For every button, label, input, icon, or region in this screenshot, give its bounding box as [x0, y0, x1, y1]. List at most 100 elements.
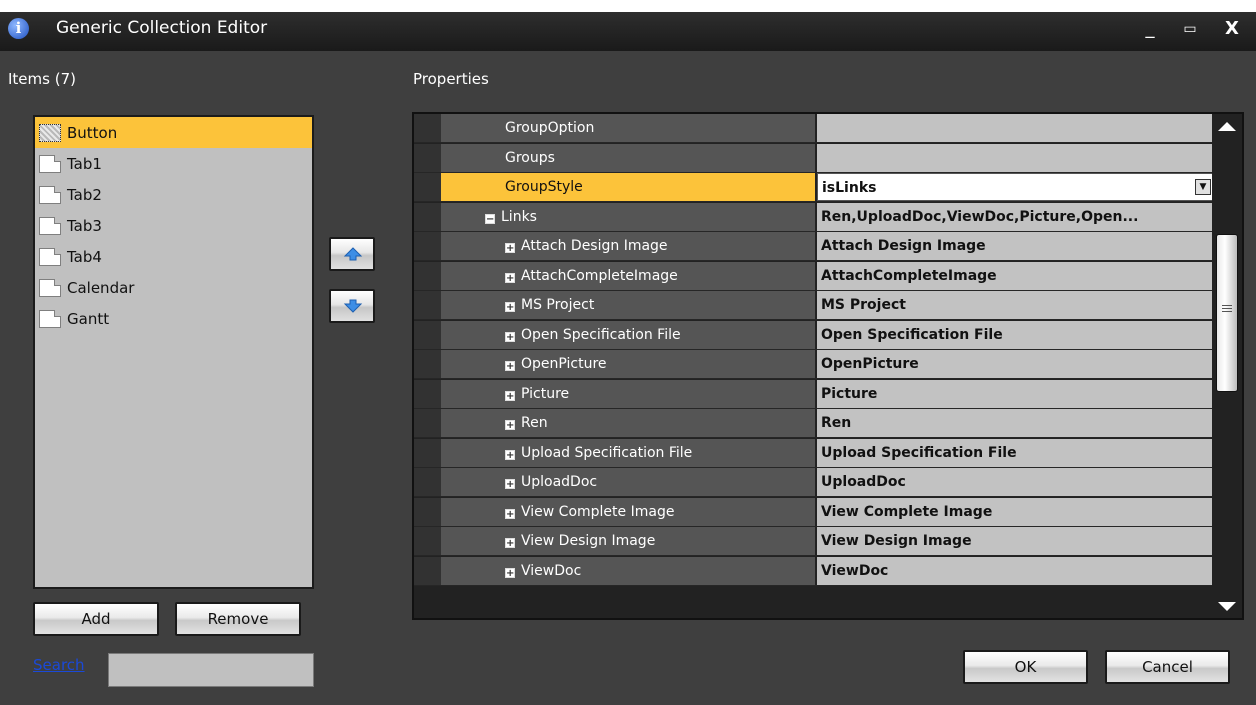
- property-value[interactable]: isLinks ▼: [817, 173, 1214, 201]
- property-name: + ViewDoc: [441, 556, 815, 585]
- property-value[interactable]: ViewDoc: [817, 556, 1214, 585]
- property-value[interactable]: OpenPicture: [817, 350, 1214, 378]
- remove-button[interactable]: Remove: [175, 602, 301, 636]
- row-margin: [414, 497, 441, 526]
- property-grid-scrollbar[interactable]: [1212, 114, 1242, 618]
- document-icon: [39, 216, 61, 235]
- list-item[interactable]: Gantt: [35, 303, 312, 334]
- row-margin: [414, 232, 441, 260]
- property-row[interactable]: GroupOption: [414, 114, 1214, 143]
- title-bar[interactable]: i Generic Collection Editor _ ▭ X: [0, 12, 1256, 51]
- property-value[interactable]: UploadDoc: [817, 468, 1214, 496]
- expand-plus-icon[interactable]: +: [505, 420, 515, 431]
- property-value-text: isLinks: [822, 180, 877, 196]
- property-value[interactable]: View Complete Image: [817, 497, 1214, 526]
- property-value[interactable]: Attach Design Image: [817, 232, 1214, 260]
- list-item-label: Button: [67, 123, 118, 142]
- property-name-label: Open Specification File: [521, 326, 681, 343]
- expand-plus-icon[interactable]: +: [505, 449, 515, 460]
- property-name: + AttachCompleteImage: [441, 261, 815, 290]
- property-row[interactable]: + UploadDoc UploadDoc: [414, 468, 1214, 497]
- property-name: GroupStyle: [441, 173, 815, 201]
- property-row[interactable]: + View Complete Image View Complete Image: [414, 497, 1214, 527]
- info-icon: i: [8, 18, 29, 39]
- expand-plus-icon[interactable]: +: [505, 361, 515, 372]
- close-button[interactable]: X: [1218, 16, 1246, 42]
- move-up-button[interactable]: [329, 237, 375, 271]
- property-value[interactable]: Upload Specification File: [817, 438, 1214, 467]
- maximize-button[interactable]: ▭: [1176, 16, 1204, 42]
- list-item[interactable]: Tab1: [35, 148, 312, 179]
- property-name: + Upload Specification File: [441, 438, 815, 467]
- property-value[interactable]: Ren,UploadDoc,ViewDoc,Picture,Open...: [817, 202, 1214, 231]
- add-button[interactable]: Add: [33, 602, 159, 636]
- property-row[interactable]: − Links Ren,UploadDoc,ViewDoc,Picture,Open…: [414, 202, 1214, 232]
- search-input[interactable]: [108, 653, 314, 687]
- move-down-button[interactable]: [329, 289, 375, 323]
- property-row[interactable]: GroupStyle isLinks ▼: [414, 173, 1214, 202]
- row-margin: [414, 379, 441, 408]
- document-icon: [39, 185, 61, 204]
- document-icon: [39, 247, 61, 266]
- dropdown-arrow-icon[interactable]: ▼: [1195, 179, 1211, 195]
- list-item-label: Tab2: [67, 185, 102, 204]
- property-row[interactable]: + ViewDoc ViewDoc: [414, 556, 1214, 586]
- property-row[interactable]: + Open Specification File Open Specificati…: [414, 320, 1214, 350]
- property-row[interactable]: + MS Project MS Project: [414, 291, 1214, 320]
- expand-plus-icon[interactable]: +: [505, 302, 515, 313]
- property-name: Groups: [441, 143, 815, 172]
- row-margin: [414, 468, 441, 496]
- collection-editor-window: i Generic Collection Editor _ ▭ X Items …: [0, 12, 1256, 705]
- property-value-text: Ren,UploadDoc,ViewDoc,Picture,Open...: [821, 208, 1139, 225]
- items-list[interactable]: Button Tab1 Tab2 Tab3 Tab4 Calendar Gantt: [33, 115, 314, 589]
- cancel-button[interactable]: Cancel: [1105, 650, 1230, 684]
- property-name: + OpenPicture: [441, 350, 815, 378]
- property-row[interactable]: + Ren Ren: [414, 409, 1214, 438]
- property-value[interactable]: AttachCompleteImage: [817, 261, 1214, 290]
- expand-plus-icon[interactable]: +: [505, 243, 515, 254]
- property-value[interactable]: MS Project: [817, 291, 1214, 319]
- property-row[interactable]: + View Design Image View Design Image: [414, 527, 1214, 556]
- property-name: − Links: [441, 202, 815, 231]
- minimize-button[interactable]: _: [1136, 16, 1164, 42]
- property-value[interactable]: [817, 114, 1214, 142]
- expand-plus-icon[interactable]: +: [505, 567, 515, 578]
- scroll-thumb[interactable]: [1216, 234, 1238, 392]
- items-label: Items (7): [8, 70, 76, 88]
- list-item[interactable]: Tab2: [35, 179, 312, 210]
- scroll-down-arrow-icon[interactable]: [1218, 602, 1236, 611]
- property-row[interactable]: + Picture Picture: [414, 379, 1214, 409]
- ok-button[interactable]: OK: [963, 650, 1088, 684]
- property-value[interactable]: View Design Image: [817, 527, 1214, 555]
- scroll-up-arrow-icon[interactable]: [1218, 122, 1236, 131]
- list-item[interactable]: Button: [35, 117, 312, 148]
- row-margin: [414, 291, 441, 319]
- property-row[interactable]: + OpenPicture OpenPicture: [414, 350, 1214, 379]
- property-row[interactable]: Groups: [414, 143, 1214, 173]
- property-row[interactable]: + Upload Specification File Upload Specifi…: [414, 438, 1214, 468]
- expand-plus-icon[interactable]: +: [505, 390, 515, 401]
- list-item[interactable]: Tab3: [35, 210, 312, 241]
- document-icon: [39, 123, 61, 142]
- row-margin: [414, 527, 441, 555]
- row-margin: [414, 261, 441, 290]
- property-grid[interactable]: GroupOption Groups GroupStyle isLinks ▼ − Link…: [412, 112, 1244, 620]
- property-row[interactable]: + AttachCompleteImage AttachCompleteImage: [414, 261, 1214, 291]
- property-value[interactable]: Picture: [817, 379, 1214, 408]
- collapse-minus-icon[interactable]: −: [485, 213, 495, 224]
- property-value[interactable]: Ren: [817, 409, 1214, 437]
- property-name-label: Upload Specification File: [521, 444, 693, 461]
- list-item[interactable]: Tab4: [35, 241, 312, 272]
- expand-plus-icon[interactable]: +: [505, 508, 515, 519]
- property-name-label: GroupStyle: [505, 179, 583, 195]
- property-value-text: View Design Image: [821, 533, 972, 549]
- list-item[interactable]: Calendar: [35, 272, 312, 303]
- expand-plus-icon[interactable]: +: [505, 538, 515, 549]
- expand-plus-icon[interactable]: +: [505, 272, 515, 283]
- property-value[interactable]: [817, 143, 1214, 172]
- expand-plus-icon[interactable]: +: [505, 331, 515, 342]
- property-value[interactable]: Open Specification File: [817, 320, 1214, 349]
- search-link[interactable]: Search: [33, 656, 85, 674]
- expand-plus-icon[interactable]: +: [505, 479, 515, 490]
- property-row[interactable]: + Attach Design Image Attach Design Image: [414, 232, 1214, 261]
